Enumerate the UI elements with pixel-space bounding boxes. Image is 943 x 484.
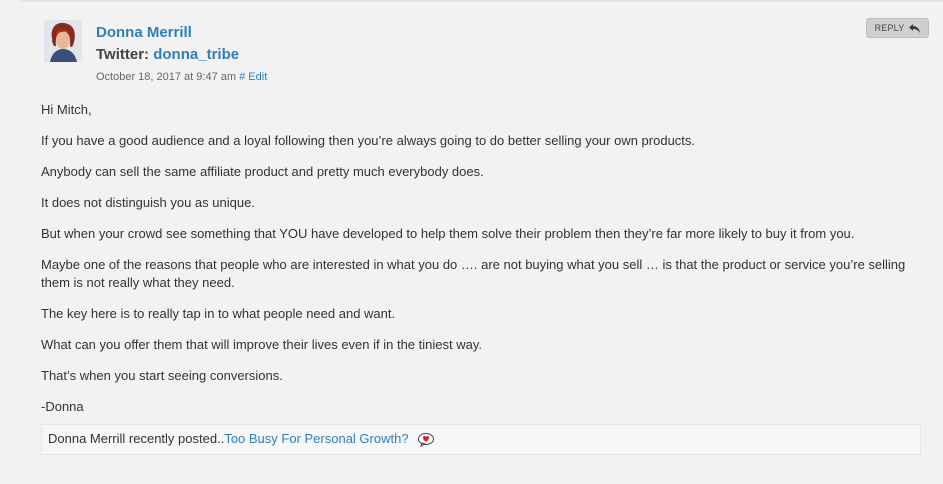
twitter-line: Twitter: donna_tribe	[96, 45, 267, 65]
twitter-label: Twitter:	[96, 46, 150, 63]
reply-arrow-icon	[909, 23, 921, 33]
commentluv-heart-icon[interactable]	[418, 432, 435, 450]
recently-posted-link[interactable]: Too Busy For Personal Growth?	[224, 431, 408, 446]
twitter-handle-link[interactable]: donna_tribe	[153, 46, 239, 63]
comment-paragraph: If you have a good audience and a loyal …	[41, 133, 696, 148]
recently-posted-box: Donna Merrill recently posted..Too Busy …	[41, 424, 921, 455]
comment-paragraph: The key here is to really tap in to what…	[41, 306, 396, 321]
comment-paragraph: That’s when you start seeing conversions…	[41, 368, 283, 383]
permalink-hash-link[interactable]: #	[239, 71, 245, 83]
comment-signature: -Donna	[41, 399, 84, 414]
comment-paragraph: But when your crowd see something that Y…	[41, 226, 855, 241]
avatar	[44, 20, 82, 62]
comment-paragraph: Hi Mitch,	[41, 102, 92, 117]
author-block: Donna Merrill Twitter: donna_tribe Octob…	[96, 23, 267, 84]
comment-paragraph: Anybody can sell the same affiliate prod…	[41, 164, 484, 179]
reply-button-label: REPLY	[874, 23, 905, 33]
edit-link[interactable]: Edit	[248, 71, 267, 83]
comment-body: Hi Mitch, If you have a good audience an…	[41, 101, 921, 429]
comment-paragraph: What can you offer them that will improv…	[41, 337, 482, 352]
comment-paragraph: It does not distinguish you as unique.	[41, 195, 255, 210]
comment: Donna Merrill Twitter: donna_tribe Octob…	[0, 0, 943, 484]
recently-posted-prefix: Donna Merrill recently posted..	[48, 431, 225, 446]
comment-meta: October 18, 2017 at 9:47 am # Edit	[96, 70, 267, 84]
reply-button[interactable]: REPLY	[866, 18, 929, 38]
comment-timestamp-link[interactable]: October 18, 2017 at 9:47 am	[96, 71, 236, 83]
author-name-link[interactable]: Donna Merrill	[96, 23, 267, 43]
comment-paragraph: Maybe one of the reasons that people who…	[41, 257, 906, 290]
